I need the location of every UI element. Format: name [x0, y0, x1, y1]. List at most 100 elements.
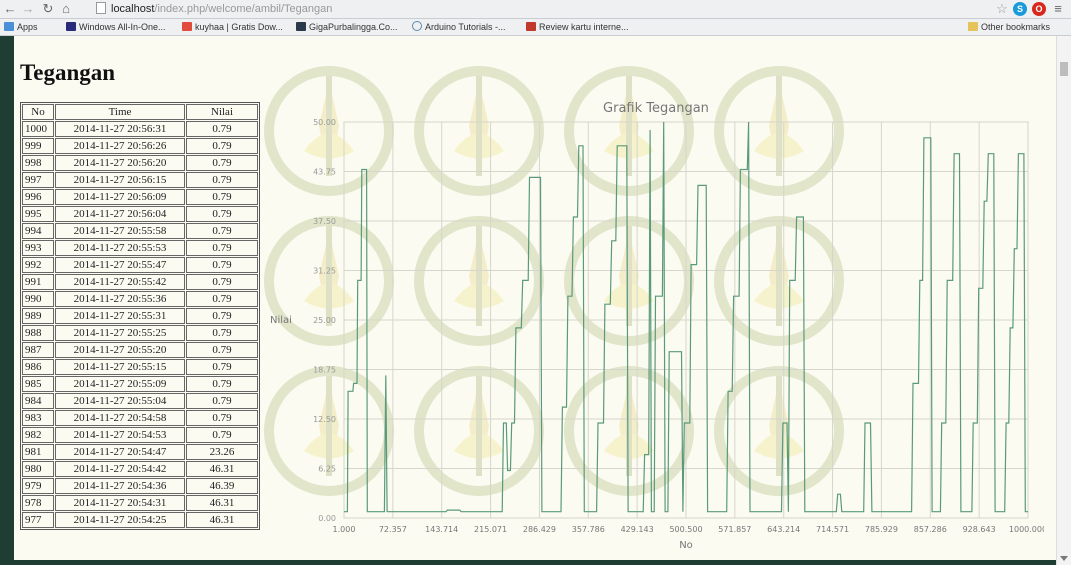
table-body: 1000 2014-11-27 20:56:31 0.79 999 2014-11-27… — [22, 121, 258, 528]
table-row: 997 2014-11-27 20:56:15 0.79 — [22, 172, 258, 188]
cell-no: 981 — [22, 444, 54, 460]
bookmark-other[interactable]: Other bookmarks — [968, 19, 1050, 35]
bookmark-gigapurbalingga[interactable]: GigaPurbalingga.Co... — [296, 19, 398, 35]
folder-icon — [968, 22, 978, 31]
cell-no: 995 — [22, 206, 54, 222]
cell-nilai: 0.79 — [186, 410, 258, 426]
x-tick-label: 215.071 — [474, 525, 507, 534]
bookmark-arduino[interactable]: Arduino Tutorials -... — [412, 19, 506, 35]
y-tick-label: 6.25 — [318, 465, 336, 474]
cell-time: 2014-11-27 20:55:42 — [55, 274, 185, 290]
table-row: 982 2014-11-27 20:54:53 0.79 — [22, 427, 258, 443]
cell-no: 997 — [22, 172, 54, 188]
x-tick-label: 357.786 — [572, 525, 605, 534]
cell-nilai: 46.39 — [186, 478, 258, 494]
cell-nilai: 0.79 — [186, 376, 258, 392]
x-tick-label: 72.357 — [379, 525, 407, 534]
table-row: 993 2014-11-27 20:55:53 0.79 — [22, 240, 258, 256]
cell-no: 980 — [22, 461, 54, 477]
cell-time: 2014-11-27 20:54:58 — [55, 410, 185, 426]
cell-nilai: 0.79 — [186, 291, 258, 307]
cell-nilai: 0.79 — [186, 155, 258, 171]
cell-time: 2014-11-27 20:56:20 — [55, 155, 185, 171]
search-icon — [412, 21, 422, 31]
table-row: 984 2014-11-27 20:55:04 0.79 — [22, 393, 258, 409]
x-tick-label: 1000.000 — [1009, 525, 1044, 534]
cell-time: 2014-11-27 20:55:04 — [55, 393, 185, 409]
back-arrow-icon[interactable]: ← — [2, 1, 18, 17]
cell-no: 978 — [22, 495, 54, 511]
x-axis-label: No — [679, 540, 693, 551]
bookmark-apps[interactable]: Apps — [4, 19, 38, 35]
cell-time: 2014-11-27 20:55:53 — [55, 240, 185, 256]
table-row: 999 2014-11-27 20:56:26 0.79 — [22, 138, 258, 154]
x-tick-label: 928.643 — [963, 525, 996, 534]
header-nilai: Nilai — [186, 104, 258, 120]
address-bar[interactable]: localhost/index.php/welcome/ambil/Tegang… — [96, 2, 956, 16]
cell-no: 979 — [22, 478, 54, 494]
table-row: 985 2014-11-27 20:55:09 0.79 — [22, 376, 258, 392]
cell-time: 2014-11-27 20:56:31 — [55, 121, 185, 137]
cell-time: 2014-11-27 20:55:15 — [55, 359, 185, 375]
table-row: 977 2014-11-27 20:54:25 46.31 — [22, 512, 258, 528]
data-table: No Time Nilai 1000 2014-11-27 20:56:31 0.7… — [20, 102, 260, 530]
table-row: 988 2014-11-27 20:55:25 0.79 — [22, 325, 258, 341]
cell-time: 2014-11-27 20:54:53 — [55, 427, 185, 443]
url-path: /index.php/welcome/ambil/Tegangan — [154, 3, 333, 15]
cell-nilai: 0.79 — [186, 240, 258, 256]
cell-no: 988 — [22, 325, 54, 341]
page-content: Tegangan No Time Nilai 1000 2014-11-27 20… — [14, 36, 1057, 560]
star-icon[interactable]: ☆ — [994, 1, 1010, 17]
scroll-down-arrow-icon[interactable] — [1060, 556, 1068, 561]
cell-nilai: 0.79 — [186, 138, 258, 154]
cell-no: 985 — [22, 376, 54, 392]
cell-nilai: 46.31 — [186, 461, 258, 477]
gigapurbalingga-icon — [296, 22, 306, 31]
skype-extension-icon[interactable]: S — [1013, 2, 1027, 16]
bookmark-kuyhaa[interactable]: kuyhaa | Gratis Dow... — [182, 19, 283, 35]
cell-time: 2014-11-27 20:56:04 — [55, 206, 185, 222]
opera-extension-icon[interactable]: O — [1032, 2, 1046, 16]
table-row: 989 2014-11-27 20:55:31 0.79 — [22, 308, 258, 324]
x-tick-label: 571.857 — [718, 525, 751, 534]
cell-nilai: 0.79 — [186, 121, 258, 137]
cell-nilai: 0.79 — [186, 393, 258, 409]
cell-nilai: 23.26 — [186, 444, 258, 460]
browser-toolbar: ← → ↻ ⌂ localhost/index.php/welcome/ambi… — [0, 0, 1071, 19]
y-tick-label: 31.25 — [313, 267, 336, 276]
cell-nilai: 0.79 — [186, 189, 258, 205]
cell-time: 2014-11-27 20:54:47 — [55, 444, 185, 460]
cell-no: 994 — [22, 223, 54, 239]
x-tick-label: 714.571 — [816, 525, 849, 534]
cell-time: 2014-11-27 20:54:31 — [55, 495, 185, 511]
vertical-scrollbar[interactable] — [1056, 36, 1071, 565]
cell-nilai: 46.31 — [186, 495, 258, 511]
cell-nilai: 0.79 — [186, 342, 258, 358]
cell-no: 987 — [22, 342, 54, 358]
cell-time: 2014-11-27 20:54:42 — [55, 461, 185, 477]
table-row: 996 2014-11-27 20:56:09 0.79 — [22, 189, 258, 205]
x-tick-label: 857.286 — [914, 525, 947, 534]
bookmark-review-kartu[interactable]: Review kartu interne... — [526, 19, 629, 35]
cell-no: 996 — [22, 189, 54, 205]
cell-time: 2014-11-27 20:55:58 — [55, 223, 185, 239]
y-tick-label: 43.75 — [313, 168, 336, 177]
page-title: Tegangan — [20, 60, 116, 85]
table-row: 986 2014-11-27 20:55:15 0.79 — [22, 359, 258, 375]
table-row: 990 2014-11-27 20:55:36 0.79 — [22, 291, 258, 307]
review-icon — [526, 22, 536, 31]
cell-nilai: 0.79 — [186, 274, 258, 290]
menu-icon[interactable]: ≡ — [1050, 1, 1066, 17]
cell-no: 992 — [22, 257, 54, 273]
x-tick-label: 785.929 — [865, 525, 898, 534]
bookmark-windows-aio[interactable]: Windows All-In-One... — [66, 19, 166, 35]
home-icon[interactable]: ⌂ — [58, 1, 74, 17]
x-tick-label: 429.143 — [621, 525, 654, 534]
y-tick-label: 0.00 — [318, 514, 336, 523]
table-row: 987 2014-11-27 20:55:20 0.79 — [22, 342, 258, 358]
cell-no: 998 — [22, 155, 54, 171]
scrollbar-thumb[interactable] — [1060, 62, 1068, 76]
cell-no: 991 — [22, 274, 54, 290]
forward-arrow-icon[interactable]: → — [20, 1, 36, 17]
reload-icon[interactable]: ↻ — [40, 1, 56, 17]
